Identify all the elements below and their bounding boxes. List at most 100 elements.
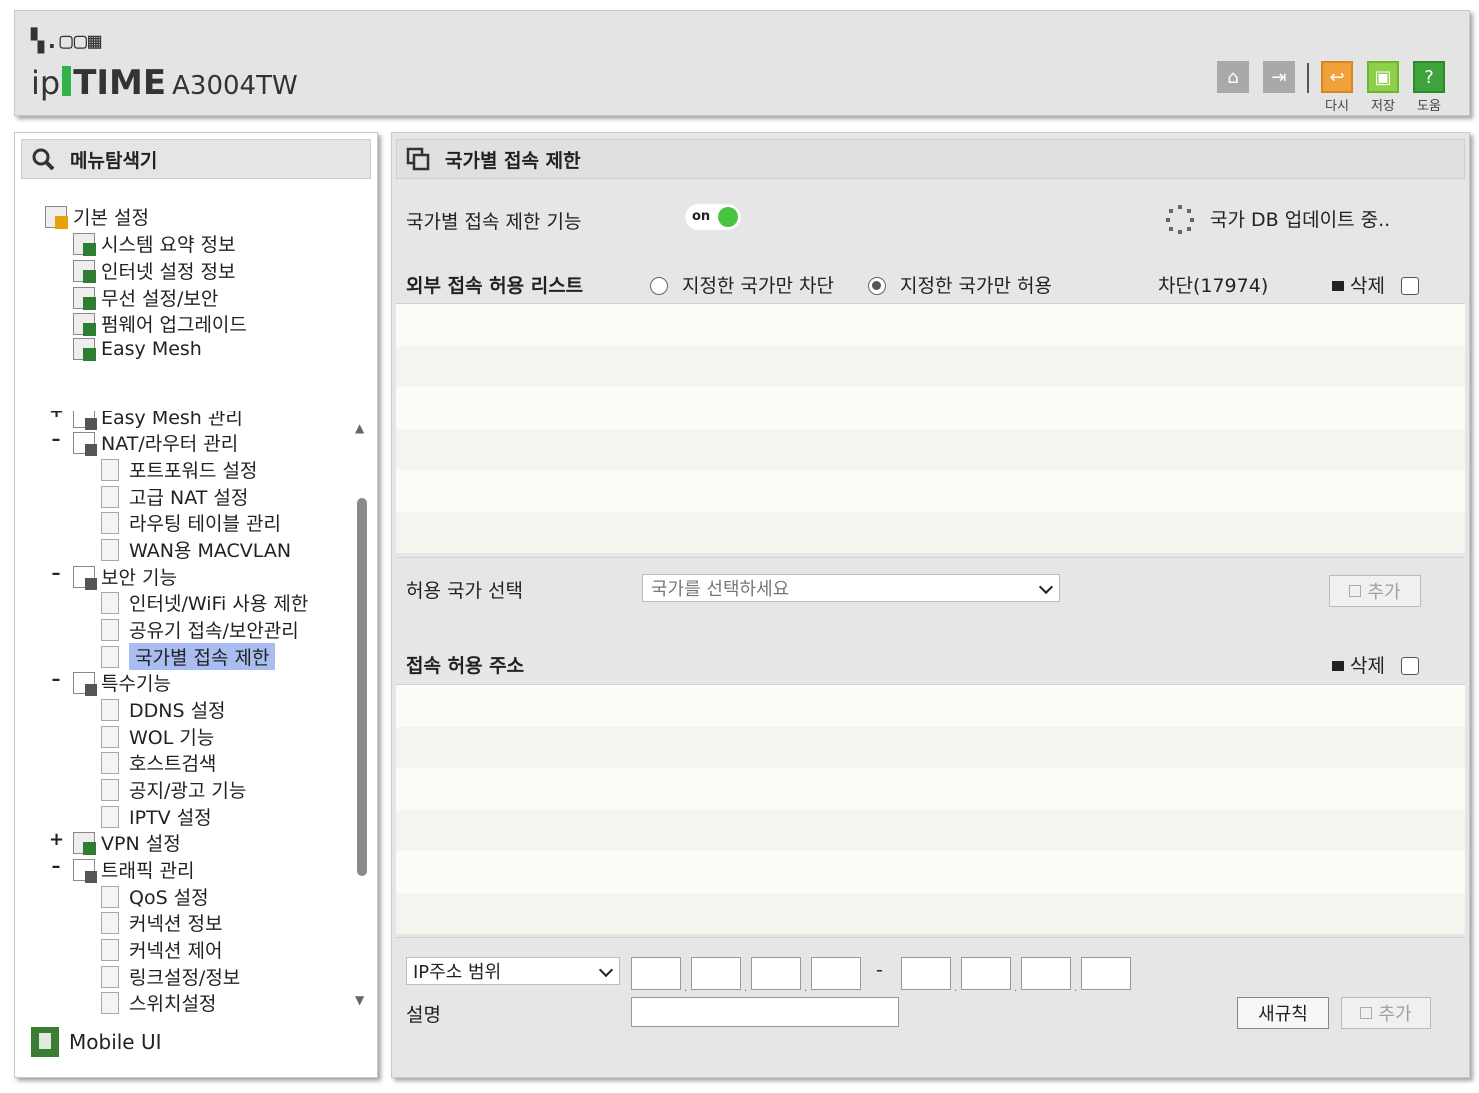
tree-scrollbar-thumb[interactable] (357, 498, 367, 876)
chevron-down-icon (598, 962, 614, 978)
page-icon (101, 538, 119, 561)
scroll-up-arrow[interactable]: ▲ (355, 421, 364, 435)
radio-block-option[interactable]: 지정한 국가만 차단 (650, 271, 834, 298)
tree-item-port-forward[interactable]: 포트포워드 설정 (101, 456, 257, 483)
save-button[interactable]: ▣ (1367, 61, 1399, 93)
tree-special-functions[interactable]: 특수기능 (73, 669, 171, 696)
radio-allow[interactable] (868, 277, 886, 295)
allow-list-rows (396, 304, 1465, 553)
ip-mode-select[interactable]: IP주소 범위 (406, 957, 620, 985)
country-select[interactable]: 국가를 선택하세요 (642, 574, 1060, 602)
advanced-tree-scroll-area: + Easy Mesh 관리 – NAT/라우터 관리 포트포워드 설정 고급 … (15, 411, 355, 1015)
iptime-logo: ip TIME A3004TW (31, 63, 298, 103)
ip-start-octet-2[interactable] (691, 957, 741, 990)
mobile-ui-link[interactable]: Mobile UI (31, 1027, 162, 1057)
reload-button[interactable]: ↩ (1321, 61, 1353, 93)
feature-toggle[interactable]: on (684, 203, 742, 231)
tree-item-connection-control[interactable]: 커넥션 제어 (101, 936, 222, 963)
tree-easy-mesh-management[interactable]: Easy Mesh 관리 (73, 411, 243, 430)
header-bar: ▚.▢▢▦ ip TIME A3004TW ⌂ ⇥ ↩ 다시 ▣ 저장 ? 도움 (14, 10, 1470, 116)
tree-item-switch-settings[interactable]: 스위치설정 (101, 989, 216, 1015)
tree-item-routing-table[interactable]: 라우팅 테이블 관리 (101, 509, 281, 536)
radio-block[interactable] (650, 277, 668, 295)
page-icon (101, 645, 119, 668)
tree-nat-router[interactable]: NAT/라우터 관리 (73, 429, 238, 456)
page-icon (101, 725, 119, 748)
ip-start-octet-3[interactable] (751, 957, 801, 990)
delete-all-list[interactable]: 삭제 (1332, 271, 1420, 298)
select-all-address-checkbox[interactable] (1401, 657, 1420, 675)
add-country-button[interactable]: 추가 (1329, 575, 1421, 607)
tree-item-wol[interactable]: WOL 기능 (101, 723, 214, 750)
page-icon (101, 885, 119, 908)
tree-item-internet-wifi-limit[interactable]: 인터넷/WiFi 사용 제한 (101, 589, 308, 616)
logo-time-text: TIME (73, 63, 167, 103)
tree-item-wan-macvlan[interactable]: WAN용 MACVLAN (101, 536, 291, 563)
radio-allow-option[interactable]: 지정한 국가만 허용 (868, 271, 1052, 298)
page-icon (101, 511, 119, 534)
tree-item-country-access-limit[interactable]: 국가별 접속 제한 (101, 643, 276, 670)
ip-end-octet-1[interactable] (901, 957, 951, 990)
delete-icon (1332, 661, 1344, 671)
ip-start-octet-1[interactable] (631, 957, 681, 990)
wifi-icon (73, 286, 96, 310)
tree-traffic[interactable]: 트래픽 관리 (73, 856, 194, 883)
add-rule-button[interactable]: 추가 (1341, 997, 1431, 1029)
tree-basic-settings[interactable]: 기본 설정 (45, 203, 149, 230)
tree-item-easy-mesh[interactable]: Easy Mesh (73, 338, 202, 361)
tree-item-router-access-security[interactable]: 공유기 접속/보안관리 (101, 616, 299, 643)
country-select-label: 허용 국가 선택 (406, 580, 523, 602)
tree-item-notice-ad[interactable]: 공지/광고 기능 (101, 776, 246, 803)
blocked-count: 차단(17974) (1158, 275, 1269, 297)
ip-end-octet-3[interactable] (1021, 957, 1071, 990)
expand-icon[interactable]: + (49, 829, 64, 850)
save-icon: ▣ (1374, 66, 1392, 88)
ip-end-octet-4[interactable] (1081, 957, 1131, 990)
ip-start-octet-4[interactable] (811, 957, 861, 990)
tree-item-internet-info[interactable]: 인터넷 설정 정보 (73, 257, 235, 284)
monitor-icon (73, 259, 96, 283)
window-icon (405, 146, 431, 172)
folder-icon (73, 411, 97, 430)
scroll-down-arrow[interactable]: ▼ (355, 993, 364, 1007)
plus-icon (1349, 585, 1362, 597)
collapse-icon[interactable]: – (49, 669, 63, 690)
tree-item-system-summary[interactable]: 시스템 요약 정보 (73, 230, 235, 257)
tree-item-iptv[interactable]: IPTV 설정 (101, 803, 212, 830)
collapse-icon[interactable]: – (49, 429, 63, 450)
model-name: A3004TW (172, 71, 298, 101)
select-all-list-checkbox[interactable] (1401, 277, 1420, 295)
logout-button[interactable]: ⇥ (1263, 61, 1295, 93)
tree-item-wireless[interactable]: 무선 설정/보안 (73, 284, 218, 311)
phone-icon (31, 1027, 59, 1057)
home-button[interactable]: ⌂ (1217, 61, 1249, 93)
delete-all-addresses[interactable]: 삭제 (1332, 651, 1420, 678)
tree-item-link-settings[interactable]: 링크설정/정보 (101, 963, 240, 990)
expand-icon[interactable]: + (49, 411, 64, 422)
tree-item-ddns[interactable]: DDNS 설정 (101, 696, 226, 723)
collapse-icon[interactable]: – (49, 563, 63, 584)
tree-item-advanced-nat[interactable]: 고급 NAT 설정 (101, 483, 248, 510)
tree-item-qos[interactable]: QoS 설정 (101, 883, 209, 910)
new-rule-button[interactable]: 새규칙 (1237, 997, 1329, 1029)
page-title: 국가별 접속 제한 (445, 149, 581, 172)
tree-item-firmware[interactable]: 펌웨어 업그레이드 (73, 310, 247, 337)
main-panel: 국가별 접속 제한 국가별 접속 제한 기능 on 국가 DB 업데이트 중..… (391, 132, 1470, 1078)
page-icon (101, 698, 119, 721)
tree-item-host-search[interactable]: 호스트검색 (101, 749, 216, 776)
page-icon (101, 591, 119, 614)
collapse-icon[interactable]: – (49, 856, 63, 877)
loading-spinner-icon (1164, 203, 1196, 235)
help-icon: ? (1424, 66, 1434, 88)
reload-label: 다시 (1325, 99, 1349, 114)
tree-security[interactable]: 보안 기능 (73, 563, 177, 590)
mesh-icon (73, 338, 96, 361)
help-button[interactable]: ? (1413, 61, 1445, 93)
tree-item-connection-info[interactable]: 커넥션 정보 (101, 909, 222, 936)
menu-explorer-title-bar: 메뉴탐색기 (21, 139, 371, 179)
help-label: 도움 (1417, 99, 1441, 114)
tree-vpn[interactable]: VPN 설정 (73, 829, 181, 856)
router-folder-icon (73, 431, 97, 456)
description-input[interactable] (631, 997, 899, 1027)
ip-end-octet-2[interactable] (961, 957, 1011, 990)
